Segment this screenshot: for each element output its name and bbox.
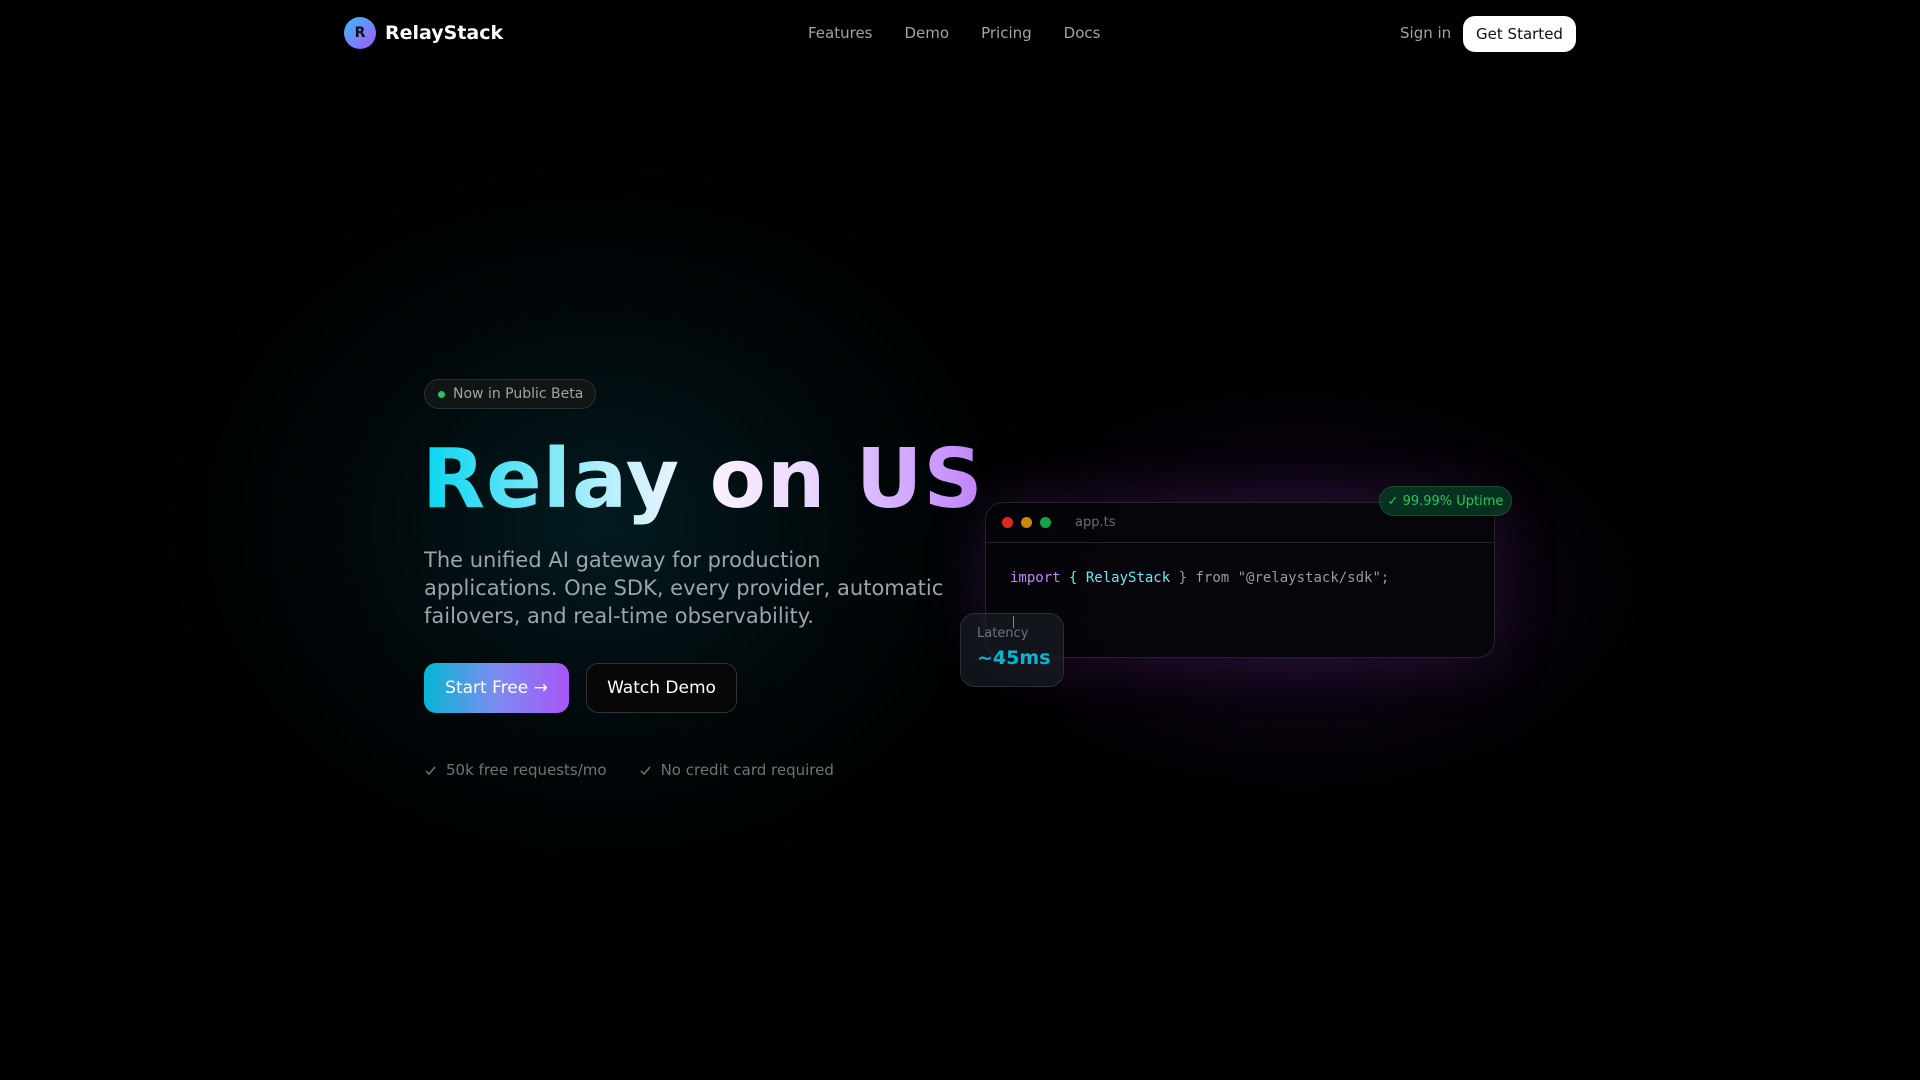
check-label: No credit card required: [660, 761, 834, 779]
beta-badge-label: Now in Public Beta: [453, 386, 584, 402]
check-icon: [640, 766, 651, 775]
window-maximize-dot-icon: [1040, 517, 1051, 528]
check-label: 50k free requests/mo: [446, 761, 607, 779]
text-cursor: [1013, 616, 1014, 628]
hero-title: Relay on US: [422, 432, 984, 527]
nav-link-docs[interactable]: Docs: [1064, 24, 1101, 42]
nav-link-demo[interactable]: Demo: [905, 24, 950, 42]
code-filename: app.ts: [1075, 515, 1116, 530]
get-started-button[interactable]: Get Started: [1463, 16, 1576, 52]
nav-link-features[interactable]: Features: [808, 24, 873, 42]
status-dot-icon: [438, 390, 445, 398]
brand-name: RelayStack: [385, 22, 504, 44]
check-item: No credit card required: [639, 761, 834, 779]
beta-badge: Now in Public Beta: [424, 379, 597, 409]
code-line: import { RelayStack } from "@relaystack/…: [1010, 570, 1389, 586]
brand-logo[interactable]: R RelayStack: [344, 17, 503, 49]
logo-icon: R: [344, 17, 376, 49]
feature-checks: 50k free requests/mo No credit card requ…: [424, 761, 834, 779]
check-item: 50k free requests/mo: [424, 761, 607, 779]
top-nav: R RelayStack Features Demo Pricing Docs …: [0, 0, 1920, 66]
latency-card: Latency ~45ms: [960, 613, 1064, 687]
nav-links: Features Demo Pricing Docs: [808, 24, 1100, 42]
hero-description: The unified AI gateway for production ap…: [424, 548, 944, 628]
watch-demo-button[interactable]: Watch Demo: [586, 663, 737, 713]
code-brace: {: [1060, 570, 1086, 586]
code-identifier: RelayStack: [1085, 570, 1171, 586]
nav-link-pricing[interactable]: Pricing: [981, 24, 1032, 42]
window-close-dot-icon: [1002, 517, 1013, 528]
code-keyword: import: [1010, 570, 1061, 586]
latency-value: ~45ms: [977, 647, 1051, 669]
code-rest: } from "@relaystack/sdk";: [1170, 570, 1390, 586]
check-icon: [425, 766, 436, 775]
window-minimize-dot-icon: [1021, 517, 1032, 528]
start-free-button[interactable]: Start Free →: [424, 663, 569, 713]
uptime-badge: ✓ 99.99% Uptime: [1379, 486, 1512, 516]
sign-in-link[interactable]: Sign in: [1400, 24, 1451, 42]
latency-label: Latency: [977, 626, 1029, 641]
